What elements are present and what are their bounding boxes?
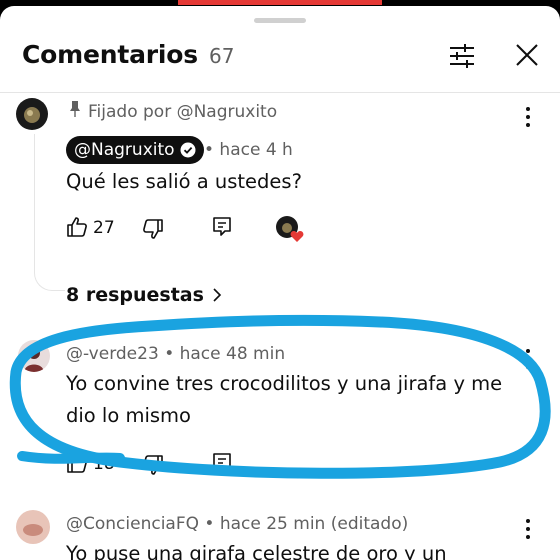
pin-icon xyxy=(70,101,80,117)
view-replies-button[interactable]: 8 respuestas xyxy=(66,284,222,306)
close-icon[interactable] xyxy=(514,42,540,68)
comment-text: Qué les salió a ustedes? xyxy=(66,170,302,193)
like-icon[interactable] xyxy=(66,216,88,238)
thread-line xyxy=(34,134,65,291)
more-vert-icon[interactable] xyxy=(525,106,531,128)
header-divider xyxy=(0,92,560,93)
avatar[interactable] xyxy=(16,510,50,544)
dislike-icon[interactable] xyxy=(142,218,164,240)
author-name[interactable]: @-verde23 xyxy=(66,344,159,364)
reply-icon[interactable] xyxy=(212,216,232,238)
comment-time: • hace 48 min xyxy=(164,344,286,364)
page-title: Comentarios xyxy=(22,40,198,69)
comment-count: 67 xyxy=(209,44,235,68)
reply-icon[interactable] xyxy=(212,452,232,474)
heart-icon xyxy=(290,231,304,242)
drag-handle[interactable] xyxy=(254,18,306,23)
comment-time: • hace 4 h xyxy=(204,140,293,160)
comment-author: @ConcienciaFQ • hace 25 min (editado) xyxy=(66,514,408,534)
author-name[interactable]: @ConcienciaFQ xyxy=(66,514,199,534)
chevron-right-icon xyxy=(213,288,222,302)
comment-text-line: dio lo mismo xyxy=(66,404,191,427)
more-vert-icon[interactable] xyxy=(525,518,531,540)
author-chip[interactable]: @Nagruxito xyxy=(66,136,204,164)
comments-sheet: Comentarios 67 Fijado por @Nagruxito @Na… xyxy=(0,6,560,560)
more-vert-icon[interactable] xyxy=(525,348,531,370)
verified-icon xyxy=(180,142,196,158)
comments-header: Comentarios 67 xyxy=(0,32,560,88)
like-count: 18 xyxy=(93,454,115,474)
like-icon[interactable] xyxy=(66,452,88,474)
dislike-icon[interactable] xyxy=(142,454,164,476)
comment-text: Yo convine tres crocodilitos y una jiraf… xyxy=(66,368,502,432)
replies-label: 8 respuestas xyxy=(66,284,204,306)
filter-icon[interactable] xyxy=(448,42,476,70)
pinned-label: Fijado por @Nagruxito xyxy=(88,102,278,122)
avatar[interactable] xyxy=(16,98,48,130)
author-name: @Nagruxito xyxy=(74,140,175,160)
comment-time: • hace 25 min (editado) xyxy=(204,514,409,534)
avatar[interactable] xyxy=(18,340,50,372)
like-count: 27 xyxy=(93,218,115,238)
comment-text-line: Yo convine tres crocodilitos y una jiraf… xyxy=(66,372,503,395)
comment-author: @-verde23 • hace 48 min xyxy=(66,344,285,364)
status-bar-accent xyxy=(178,0,382,5)
comment-text: Yo puse una girafa celestre de oro y un xyxy=(66,542,447,560)
